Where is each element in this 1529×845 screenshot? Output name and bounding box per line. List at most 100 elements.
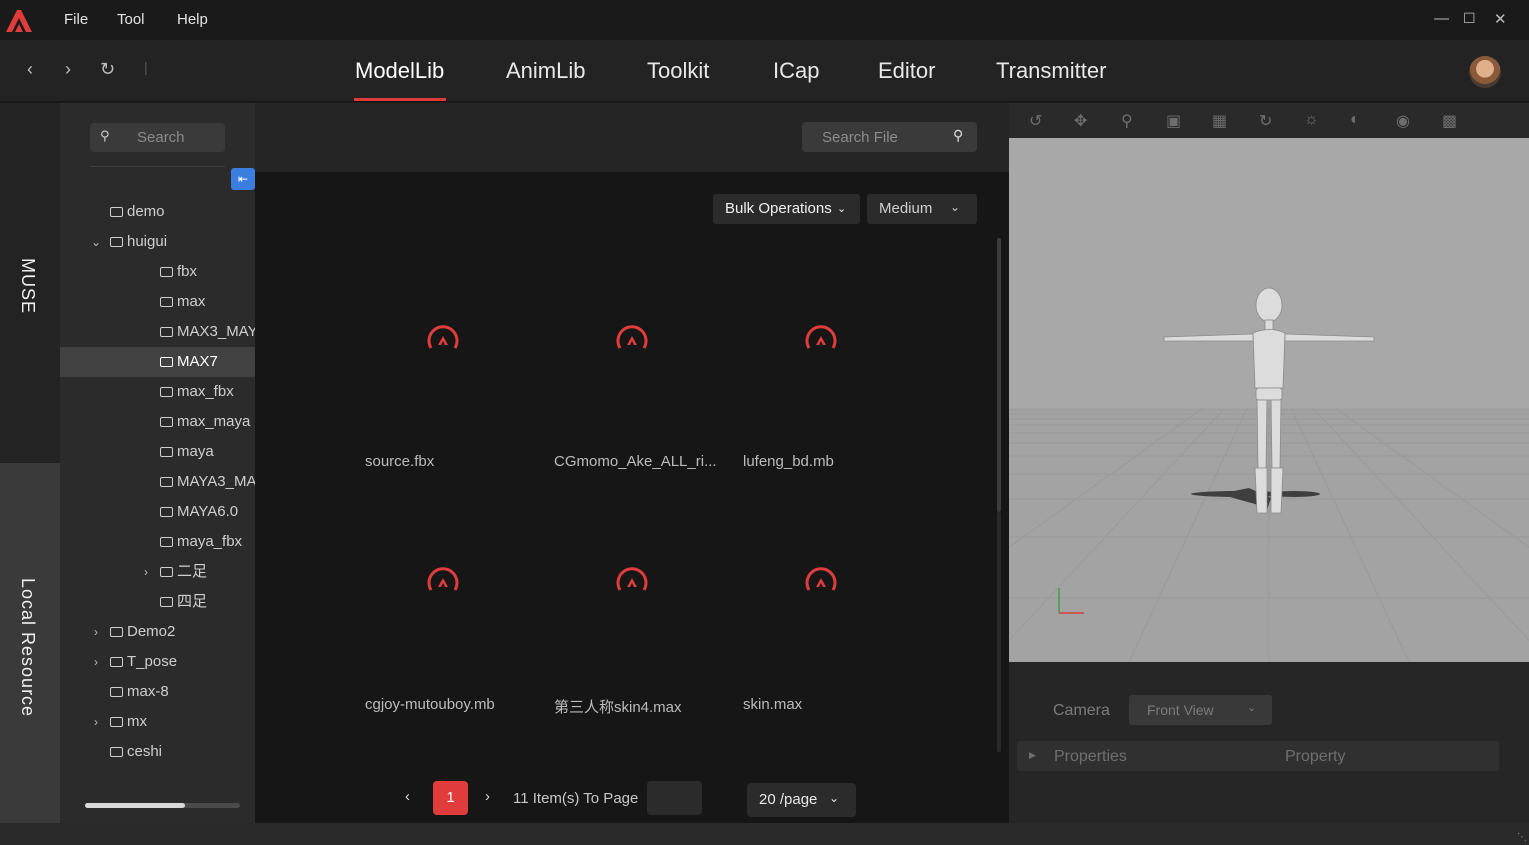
chevron-right-icon[interactable]: › bbox=[94, 617, 98, 647]
tree-search-input[interactable]: ⚲ Search bbox=[90, 123, 225, 152]
frame-icon[interactable]: ▦ bbox=[1212, 111, 1227, 131]
grid-scrollbar-track[interactable] bbox=[997, 512, 1001, 752]
tab-icap[interactable]: ICap bbox=[773, 58, 819, 84]
tree-item-maya3-max[interactable]: MAYA3_MAX bbox=[160, 467, 255, 497]
tree-item-label: max-8 bbox=[127, 683, 169, 700]
tree-item-label: demo bbox=[127, 203, 165, 220]
tree-item-max-fbx[interactable]: max_fbx bbox=[160, 377, 234, 407]
tab-transmitter[interactable]: Transmitter bbox=[996, 58, 1106, 84]
tree-item-quadruped[interactable]: 四足 bbox=[160, 587, 207, 617]
search-file-input[interactable]: Search File ⚲ bbox=[802, 122, 977, 152]
properties-section[interactable]: ▶ Properties Property bbox=[1017, 741, 1499, 771]
collapse-panel-button[interactable]: ⇤ bbox=[231, 168, 255, 190]
tree-item-ceshi[interactable]: ceshi bbox=[110, 737, 162, 767]
tree-item-demo[interactable]: demo bbox=[110, 197, 165, 227]
light-icon[interactable]: ☼ bbox=[1304, 111, 1319, 129]
page-number-current[interactable]: 1 bbox=[433, 781, 468, 815]
zoom-icon[interactable]: ⚲ bbox=[1121, 111, 1133, 131]
orbit-icon[interactable]: ↺ bbox=[1029, 111, 1042, 131]
model-file-icon[interactable] bbox=[614, 565, 650, 601]
model-file-icon[interactable] bbox=[425, 323, 461, 359]
chevron-down-icon: ⌄ bbox=[1247, 702, 1257, 714]
tree-item-demo2[interactable]: › Demo2 bbox=[94, 617, 176, 647]
expand-icon[interactable]: ▶ bbox=[1029, 750, 1036, 761]
tree-item-max3-maya[interactable]: MAX3_MAYA bbox=[160, 317, 255, 347]
back-icon[interactable]: ‹ bbox=[27, 59, 33, 80]
nav-bar: ‹ › ↻ | ModelLib AnimLib Toolkit ICap Ed… bbox=[0, 40, 1529, 102]
folder-icon bbox=[160, 477, 173, 487]
move-icon[interactable]: ✥ bbox=[1074, 111, 1087, 131]
refresh-icon[interactable]: ↻ bbox=[100, 59, 115, 80]
tab-modellib[interactable]: ModelLib bbox=[355, 58, 444, 84]
tree-item-label: Demo2 bbox=[127, 623, 176, 640]
side-tab-local-resource[interactable]: Local Resource bbox=[0, 463, 60, 823]
bulk-operations-dropdown[interactable]: Bulk Operations ⌄ bbox=[713, 194, 860, 224]
reset-icon[interactable]: ↻ bbox=[1259, 111, 1272, 131]
tree-item-max[interactable]: max bbox=[160, 287, 205, 317]
file-name[interactable]: lufeng_bd.mb bbox=[743, 453, 834, 470]
side-tab-muse-label: MUSE bbox=[18, 258, 38, 315]
menu-file[interactable]: File bbox=[64, 11, 88, 28]
goto-page-input[interactable] bbox=[647, 781, 702, 815]
model-file-icon[interactable] bbox=[803, 323, 839, 359]
model-file-icon[interactable] bbox=[803, 565, 839, 601]
tree-item-maya-fbx[interactable]: maya_fbx bbox=[160, 527, 242, 557]
divider bbox=[90, 166, 225, 167]
menu-tool[interactable]: Tool bbox=[117, 11, 145, 28]
folder-icon bbox=[160, 297, 173, 307]
tree-item-label: mx bbox=[127, 713, 147, 730]
file-name[interactable]: cgjoy-mutouboy.mb bbox=[365, 696, 495, 713]
tab-editor[interactable]: Editor bbox=[878, 58, 935, 84]
tree-item-maya[interactable]: maya bbox=[160, 437, 214, 467]
chevron-right-icon[interactable]: › bbox=[144, 557, 148, 587]
tree-item-biped[interactable]: › 二足 bbox=[144, 557, 207, 587]
file-name[interactable]: 第三人称skin4.max bbox=[554, 696, 682, 717]
search-icon[interactable]: ⚲ bbox=[953, 127, 963, 144]
tree-item-label: ceshi bbox=[127, 743, 163, 760]
file-name[interactable]: skin.max bbox=[743, 696, 802, 713]
tab-toolkit[interactable]: Toolkit bbox=[647, 58, 709, 84]
camera-icon[interactable]: ▣ bbox=[1166, 111, 1181, 131]
forward-icon[interactable]: › bbox=[65, 59, 71, 80]
camera-view-dropdown[interactable]: Front View ⌄ bbox=[1129, 695, 1272, 725]
tree-item-max-8[interactable]: max-8 bbox=[110, 677, 169, 707]
pager-summary: 11 Item(s) To Page bbox=[513, 790, 639, 807]
tree-item-t-pose[interactable]: › T_pose bbox=[94, 647, 177, 677]
tab-animlib[interactable]: AnimLib bbox=[506, 58, 585, 84]
tree-item-fbx[interactable]: fbx bbox=[160, 257, 197, 287]
per-page-dropdown[interactable]: 20 /page ⌄ bbox=[747, 783, 856, 817]
visibility-icon[interactable]: ◉ bbox=[1396, 111, 1410, 131]
prev-page-icon[interactable]: ‹ bbox=[405, 788, 410, 805]
grid-scrollbar-thumb[interactable] bbox=[997, 238, 1001, 512]
model-file-icon[interactable] bbox=[425, 565, 461, 601]
maximize-icon[interactable]: ☐ bbox=[1463, 10, 1476, 27]
contrast-icon[interactable]: ◐ bbox=[1350, 111, 1360, 129]
size-dropdown[interactable]: Medium ⌄ bbox=[867, 194, 977, 224]
more-icon[interactable]: ▩ bbox=[1442, 111, 1457, 131]
chevron-right-icon[interactable]: › bbox=[94, 647, 98, 677]
tree-item-max-maya[interactable]: max_maya bbox=[160, 407, 250, 437]
camera-label: Camera bbox=[1053, 702, 1110, 719]
close-icon[interactable]: ✕ bbox=[1494, 10, 1507, 28]
minimize-icon[interactable]: — bbox=[1434, 10, 1449, 27]
chevron-down-icon[interactable]: ⌄ bbox=[91, 227, 101, 257]
tree-item-max7[interactable]: MAX7 bbox=[60, 347, 255, 377]
folder-icon bbox=[110, 657, 123, 667]
side-tab-muse[interactable]: MUSE bbox=[0, 103, 60, 463]
model-file-icon[interactable] bbox=[614, 323, 650, 359]
tree-item-maya6[interactable]: MAYA6.0 bbox=[160, 497, 238, 527]
tree-item-huigui[interactable]: ⌄ huigui bbox=[91, 227, 167, 257]
file-grid-panel: Bulk Operations ⌄ Medium ⌄ source.fbx CG… bbox=[255, 172, 1009, 823]
avatar[interactable] bbox=[1469, 56, 1501, 88]
tree-horizontal-scrollbar[interactable] bbox=[85, 803, 240, 808]
file-name[interactable]: source.fbx bbox=[365, 453, 434, 470]
scrollbar-thumb[interactable] bbox=[85, 803, 185, 808]
menu-help[interactable]: Help bbox=[177, 11, 208, 28]
tree-item-mx[interactable]: › mx bbox=[94, 707, 147, 737]
next-page-icon[interactable]: › bbox=[485, 788, 490, 805]
file-name[interactable]: CGmomo_Ake_ALL_ri... bbox=[554, 453, 717, 470]
chevron-right-icon[interactable]: › bbox=[94, 707, 98, 737]
chevron-down-icon: ⌄ bbox=[837, 203, 847, 215]
resize-grip-icon[interactable]: ⋱ bbox=[1517, 832, 1527, 843]
3d-viewport[interactable] bbox=[1009, 138, 1529, 662]
